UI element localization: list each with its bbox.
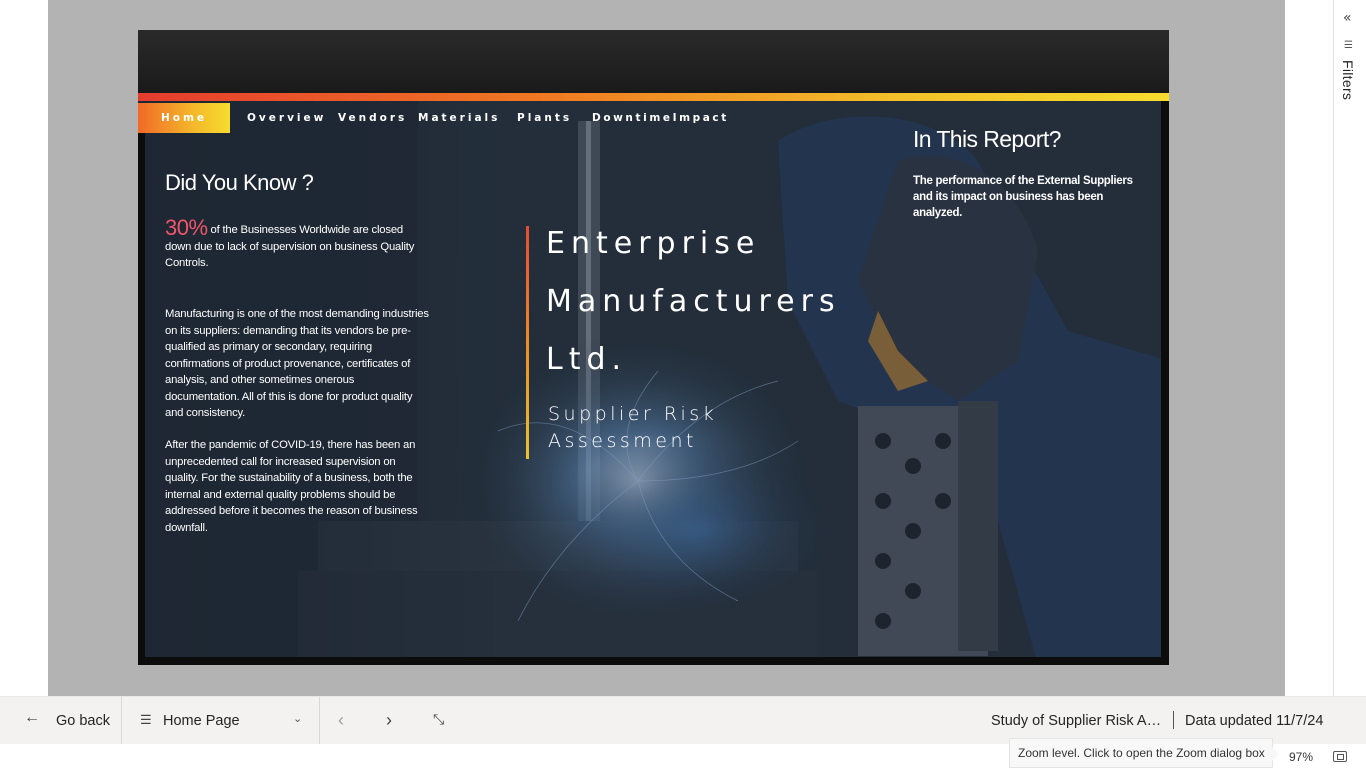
in-this-report-heading: In This Report? <box>913 126 1061 152</box>
page-frame-left <box>138 131 145 665</box>
stat-percentage: 30% <box>165 215 208 240</box>
page-frame-bottom <box>138 657 1169 665</box>
title-accent-bar <box>526 226 529 459</box>
go-back-label: Go back <box>56 713 110 729</box>
report-page: Home Overview Vendors Materials Plants D… <box>138 30 1169 665</box>
zoom-tooltip: Zoom level. Click to open the Zoom dialo… <box>1009 738 1279 768</box>
double-chevron-left-icon[interactable]: « <box>1343 10 1352 26</box>
menu-lines-icon: ☰ <box>140 712 152 727</box>
page-selector-dropdown[interactable]: ☰ Home Page ⌄ <box>123 697 320 745</box>
filter-lines-icon: ☰ <box>1344 40 1353 51</box>
covid-paragraph: After the pandemic of COVID-19, there ha… <box>165 439 418 534</box>
report-subtitle: Supplier Risk Assessment <box>548 403 718 452</box>
stat-fact: 30% of the Businesses Worldwide are clos… <box>165 217 430 272</box>
bottom-navigation-bar: ← Go back ☰ Home Page ⌄ ‹ › ⤡ Study of S… <box>0 696 1366 745</box>
zoom-level-button[interactable]: 97% <box>1289 750 1313 764</box>
page-selector-label: Home Page <box>163 713 240 729</box>
company-title-line-3: Ltd. <box>546 342 628 377</box>
accent-gradient-line <box>138 93 1169 101</box>
previous-page-button[interactable]: ‹ <box>338 710 344 731</box>
company-title-line-1: Enterprise <box>546 226 761 261</box>
fit-to-page-icon[interactable] <box>1333 751 1347 762</box>
separator <box>1173 711 1174 729</box>
report-name: Study of Supplier Risk Ass... <box>991 713 1163 729</box>
chevron-down-icon: ⌄ <box>293 713 303 725</box>
collapse-arrows-icon[interactable]: ⤡ <box>433 711 444 728</box>
filters-pane[interactable]: « ☰ Filters <box>1333 0 1366 696</box>
nav-tab-plants[interactable]: Plants <box>517 103 572 133</box>
did-you-know-heading: Did You Know ? <box>165 170 314 195</box>
in-this-report-text: The performance of the External Supplier… <box>913 175 1133 219</box>
nav-tab-materials[interactable]: Materials <box>418 103 500 133</box>
nav-tab-overview[interactable]: Overview <box>247 103 326 133</box>
nav-tab-vendors[interactable]: Vendors <box>338 103 407 133</box>
filters-label[interactable]: Filters <box>1340 60 1356 100</box>
go-back-button[interactable]: ← Go back <box>0 697 122 745</box>
page-top-band <box>138 30 1169 93</box>
manufacturing-paragraph: Manufacturing is one of the most demandi… <box>165 308 429 419</box>
data-updated-text: Data updated 11/7/24 <box>1185 713 1324 729</box>
nav-tab-home[interactable]: Home <box>138 103 230 133</box>
arrow-left-icon: ← <box>24 709 40 726</box>
next-page-button[interactable]: › <box>386 710 392 731</box>
company-title-line-2: Manufacturers <box>546 284 841 319</box>
nav-tab-downtime-impact[interactable]: DowntimeImpact <box>592 103 729 133</box>
page-frame-right <box>1161 101 1169 665</box>
